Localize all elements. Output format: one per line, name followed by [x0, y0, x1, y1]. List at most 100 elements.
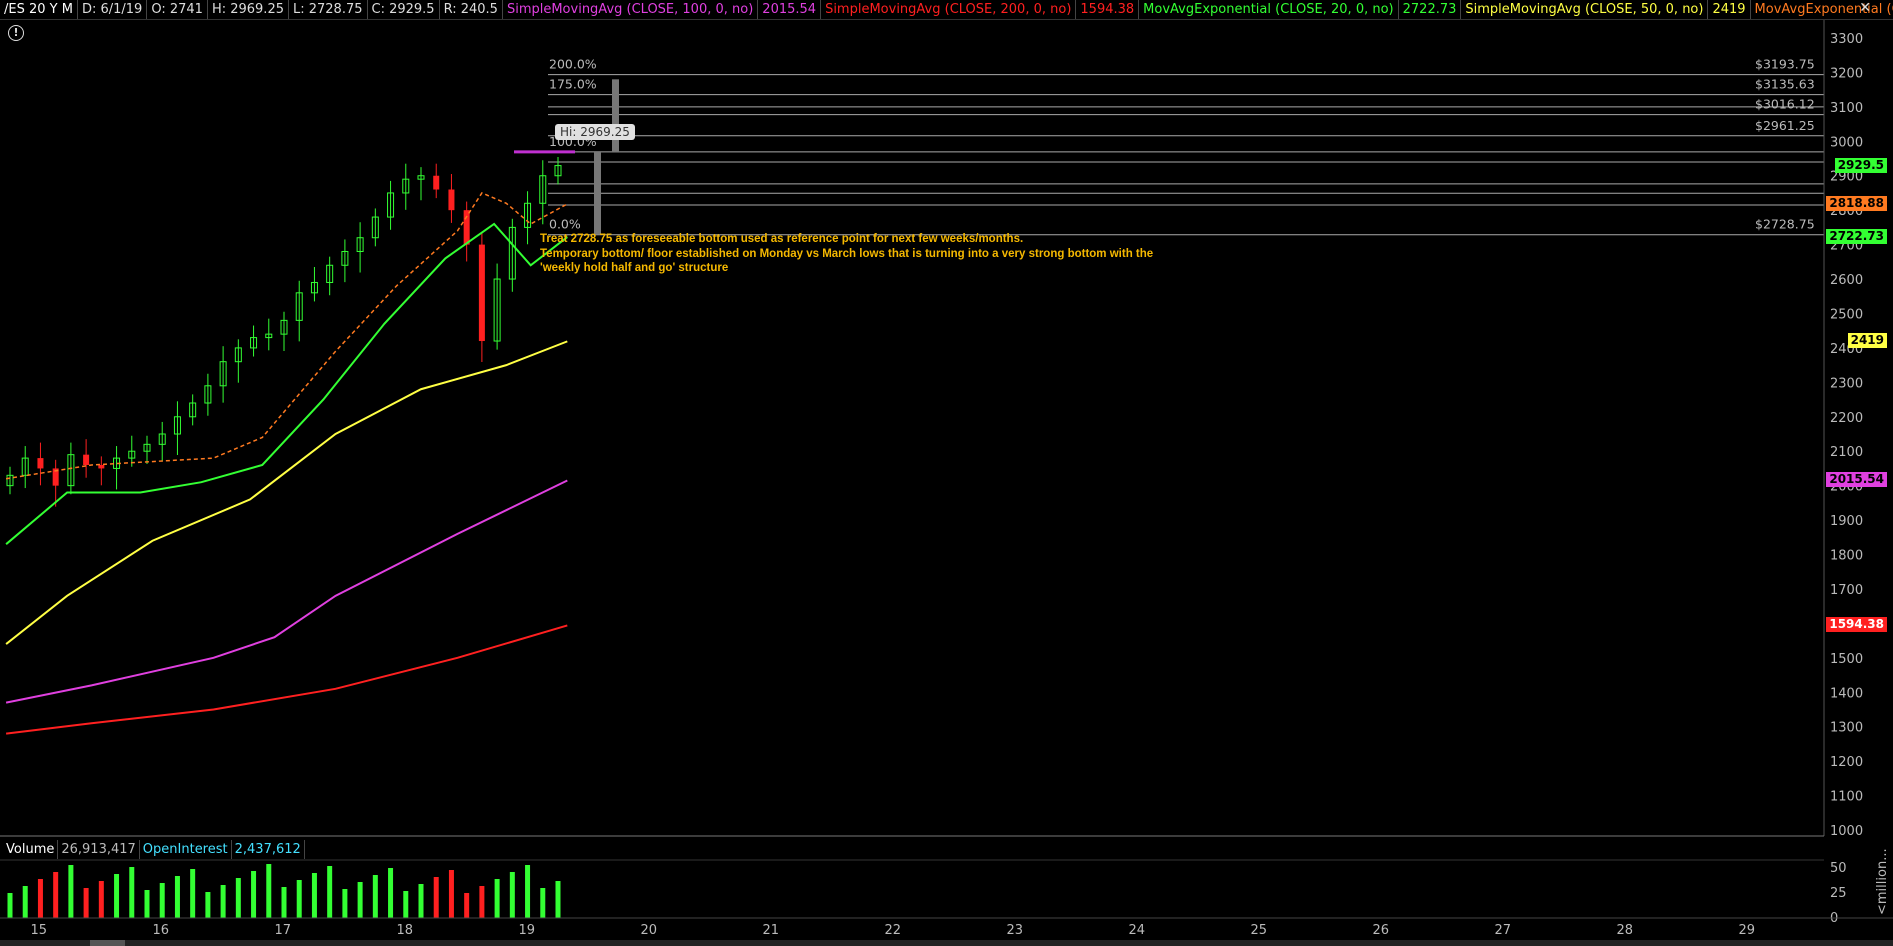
- volume-bar: [509, 872, 515, 918]
- volume-bar: [37, 879, 43, 918]
- price-axis-label: 2300: [1830, 376, 1863, 391]
- candle-body: [448, 189, 455, 211]
- time-axis-label: 15: [31, 923, 48, 938]
- horizontal-scrollbar[interactable]: [0, 940, 1893, 946]
- time-axis-label: 18: [397, 923, 414, 938]
- time-axis-label: 25: [1251, 923, 1268, 938]
- volume-bar: [266, 864, 272, 918]
- fib-price-label: $2961.25: [1755, 118, 1815, 133]
- volume-bar: [433, 877, 439, 918]
- volume-bar: [327, 866, 333, 918]
- fib-percent-label: 175.0%: [549, 77, 597, 92]
- volume-bar: [555, 881, 561, 918]
- volume-bar: [464, 893, 470, 918]
- volume-bar: [296, 880, 302, 918]
- price-axis-label: 2100: [1830, 445, 1863, 460]
- price-axis-label: 2500: [1830, 307, 1863, 322]
- study-sma200[interactable]: SimpleMovingAvg (CLOSE, 200, 0, no): [821, 0, 1077, 19]
- fib-extension-bar: [612, 79, 619, 152]
- volume-label[interactable]: Volume: [3, 840, 59, 859]
- volume-bar: [494, 879, 500, 918]
- study-sma50[interactable]: SimpleMovingAvg (CLOSE, 50, 0, no): [1461, 0, 1709, 19]
- open-label: O: 2741: [147, 0, 208, 19]
- high-label: H: 2969.25: [208, 0, 289, 19]
- sma50-tag: 2419: [1847, 333, 1887, 349]
- volume-bar: [342, 889, 348, 918]
- volume-bar: [311, 873, 317, 918]
- time-axis-label: 24: [1129, 923, 1146, 938]
- symbol-label[interactable]: /ES 20 Y M: [0, 0, 78, 19]
- candle-body: [478, 244, 485, 342]
- price-axis-label: 3300: [1830, 32, 1863, 47]
- annotation-line: Temporary bottom/ floor established on M…: [540, 247, 1154, 260]
- volume-bar: [388, 868, 394, 918]
- open-interest-label[interactable]: OpenInterest: [140, 840, 232, 859]
- sma100-tag: 2015.54: [1826, 472, 1887, 488]
- candle-body: [83, 454, 90, 465]
- study-sma200-value: 1594.38: [1076, 0, 1140, 19]
- chart-canvas[interactable]: 200.0% $3193.75175.0% $3135.63$3016.12$296…: [0, 0, 1893, 946]
- volume-bar: [372, 875, 378, 918]
- time-axis-label: 28: [1617, 923, 1634, 938]
- volume-header: Volume 26,913,417 OpenInterest 2,437,612: [3, 840, 305, 859]
- hi-price-label: Hi: 2969.25: [555, 124, 635, 140]
- annotation-line: Treat 2728.75 as foreseeable bottom used…: [540, 233, 1024, 245]
- volume-bar: [448, 870, 454, 918]
- price-axis-label: 1700: [1830, 583, 1863, 598]
- study-header: /ES 20 Y M D: 6/1/19 O: 2741 H: 2969.25 L: 2…: [0, 0, 1893, 20]
- fib-price-label: $3016.12: [1755, 97, 1815, 112]
- range-label: R: 240.5: [440, 0, 503, 19]
- price-axis-label: 1900: [1830, 514, 1863, 529]
- sma200-tag: 1594.38: [1826, 617, 1887, 633]
- price-axis-label: 2600: [1830, 273, 1863, 288]
- study-sma100[interactable]: SimpleMovingAvg (CLOSE, 100, 0, no): [503, 0, 759, 19]
- candle-body: [98, 464, 105, 469]
- date-label: D: 6/1/19: [78, 0, 148, 19]
- volume-bar: [205, 892, 211, 918]
- volume-bar: [525, 865, 531, 918]
- volume-bar: [357, 882, 363, 918]
- price-axis-label: 3100: [1830, 101, 1863, 116]
- volume-bar: [281, 887, 287, 918]
- fib-percent-label: 200.0%: [549, 57, 597, 72]
- time-axis-label: 27: [1495, 923, 1512, 938]
- close-icon[interactable]: ✕: [1859, 0, 1871, 16]
- price-axis-label: 1500: [1830, 652, 1863, 667]
- time-axis-label: 17: [275, 923, 292, 938]
- info-icon[interactable]: !: [8, 25, 24, 41]
- moving-average-line[interactable]: [5, 479, 568, 704]
- last-price-tag: 2929.5: [1834, 157, 1887, 173]
- volume-bar: [53, 872, 59, 918]
- close-label: C: 2929.5: [368, 0, 440, 19]
- volume-bar: [251, 871, 257, 918]
- volume-bar: [22, 886, 28, 918]
- volume-bar: [144, 890, 150, 918]
- price-axis-label: 1200: [1830, 755, 1863, 770]
- scrollbar-thumb[interactable]: [90, 940, 125, 946]
- volume-bar: [540, 888, 546, 918]
- price-axis-label: 1800: [1830, 549, 1863, 564]
- study-sma50-value: 2419: [1708, 0, 1751, 19]
- volume-bar: [129, 867, 135, 918]
- ema20-tag: 2722.73: [1826, 228, 1887, 244]
- study-ema8[interactable]: MovAvgExponential (CLOSE, 8, 0, no): [1751, 0, 1893, 19]
- fib-retrace-bar: [594, 151, 601, 235]
- chart-annotation[interactable]: Treat 2728.75 as foreseeable bottom used…: [540, 232, 1153, 276]
- price-axis-label: 2200: [1830, 411, 1863, 426]
- fib-percent-label: 0.0%: [549, 217, 581, 232]
- volume-bar: [83, 888, 89, 918]
- study-ema20-value: 2722.73: [1399, 0, 1462, 19]
- fib-price-label: $2728.75: [1755, 217, 1815, 232]
- volume-bar: [174, 876, 180, 918]
- volume-bar: [220, 885, 226, 918]
- time-axis-label: 26: [1373, 923, 1390, 938]
- candle-body: [37, 458, 44, 469]
- volume-axis-label: 50: [1830, 861, 1847, 876]
- volume-bar: [235, 878, 241, 918]
- volume-bar: [190, 869, 196, 918]
- study-ema20[interactable]: MovAvgExponential (CLOSE, 20, 0, no): [1139, 0, 1399, 19]
- volume-bar: [7, 893, 13, 918]
- volume-bar: [403, 891, 409, 918]
- time-axis-label: 19: [519, 923, 536, 938]
- moving-average-line[interactable]: [5, 624, 568, 735]
